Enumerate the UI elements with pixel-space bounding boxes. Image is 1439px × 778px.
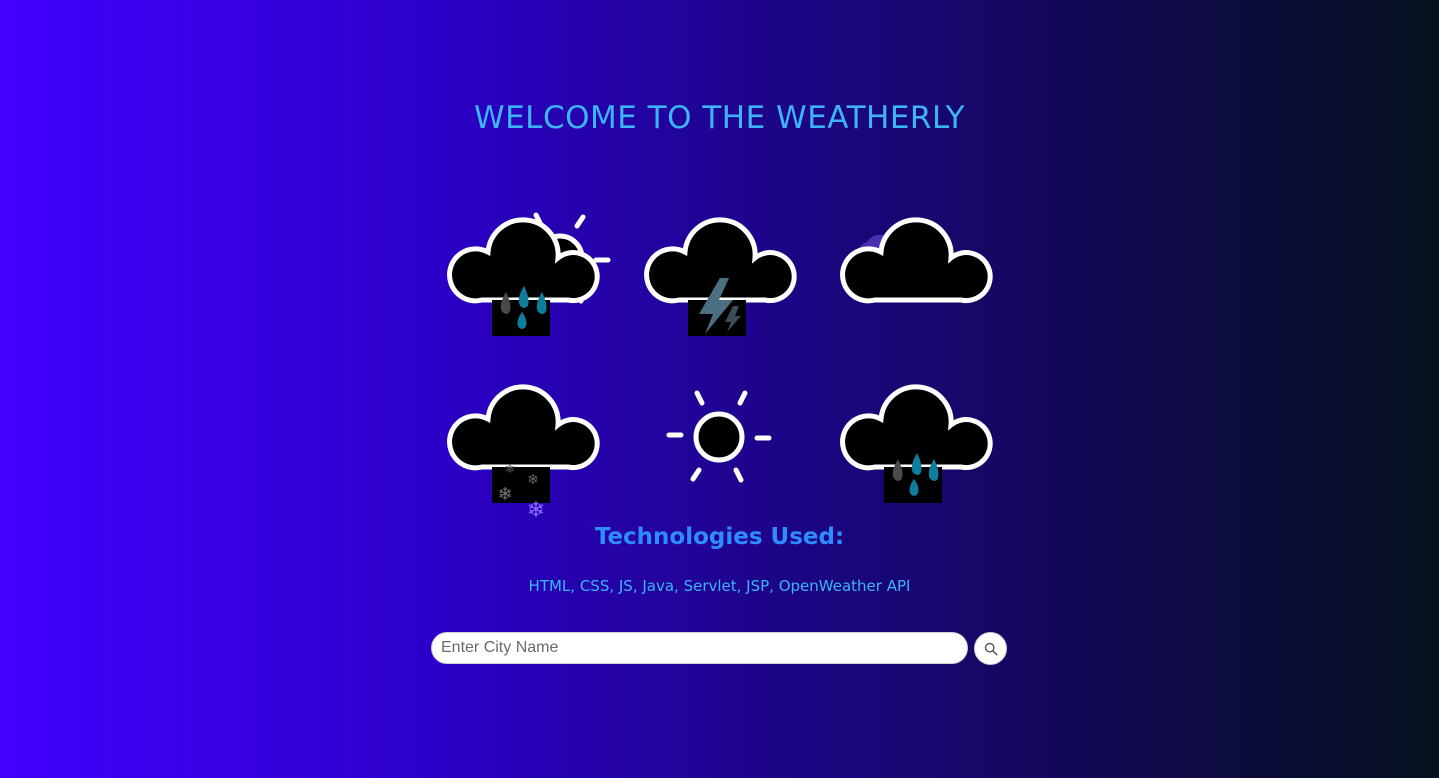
cloudy-icon [833, 200, 993, 340]
svg-text:❄: ❄ [527, 472, 539, 488]
svg-text:❄: ❄ [527, 498, 545, 523]
city-search-input[interactable] [431, 632, 968, 664]
rain-icon [833, 367, 993, 507]
search-button[interactable] [974, 632, 1007, 665]
search-icon [984, 642, 998, 656]
page-title: WELCOME TO THE WEATHERLY [473, 100, 966, 136]
technologies-heading: Technologies Used: [594, 524, 845, 550]
sun-cloud-rain-icon [440, 200, 611, 340]
technologies-list: HTML, CSS, JS, Java, Servlet, JSP, OpenW… [528, 577, 911, 595]
sun-icon [637, 367, 797, 507]
snow-icon: ❄ ❄ ❄ ❄ [440, 367, 600, 523]
svg-text:❄: ❄ [497, 484, 512, 505]
thunderstorm-icon [637, 200, 797, 340]
svg-text:❄: ❄ [505, 462, 515, 476]
